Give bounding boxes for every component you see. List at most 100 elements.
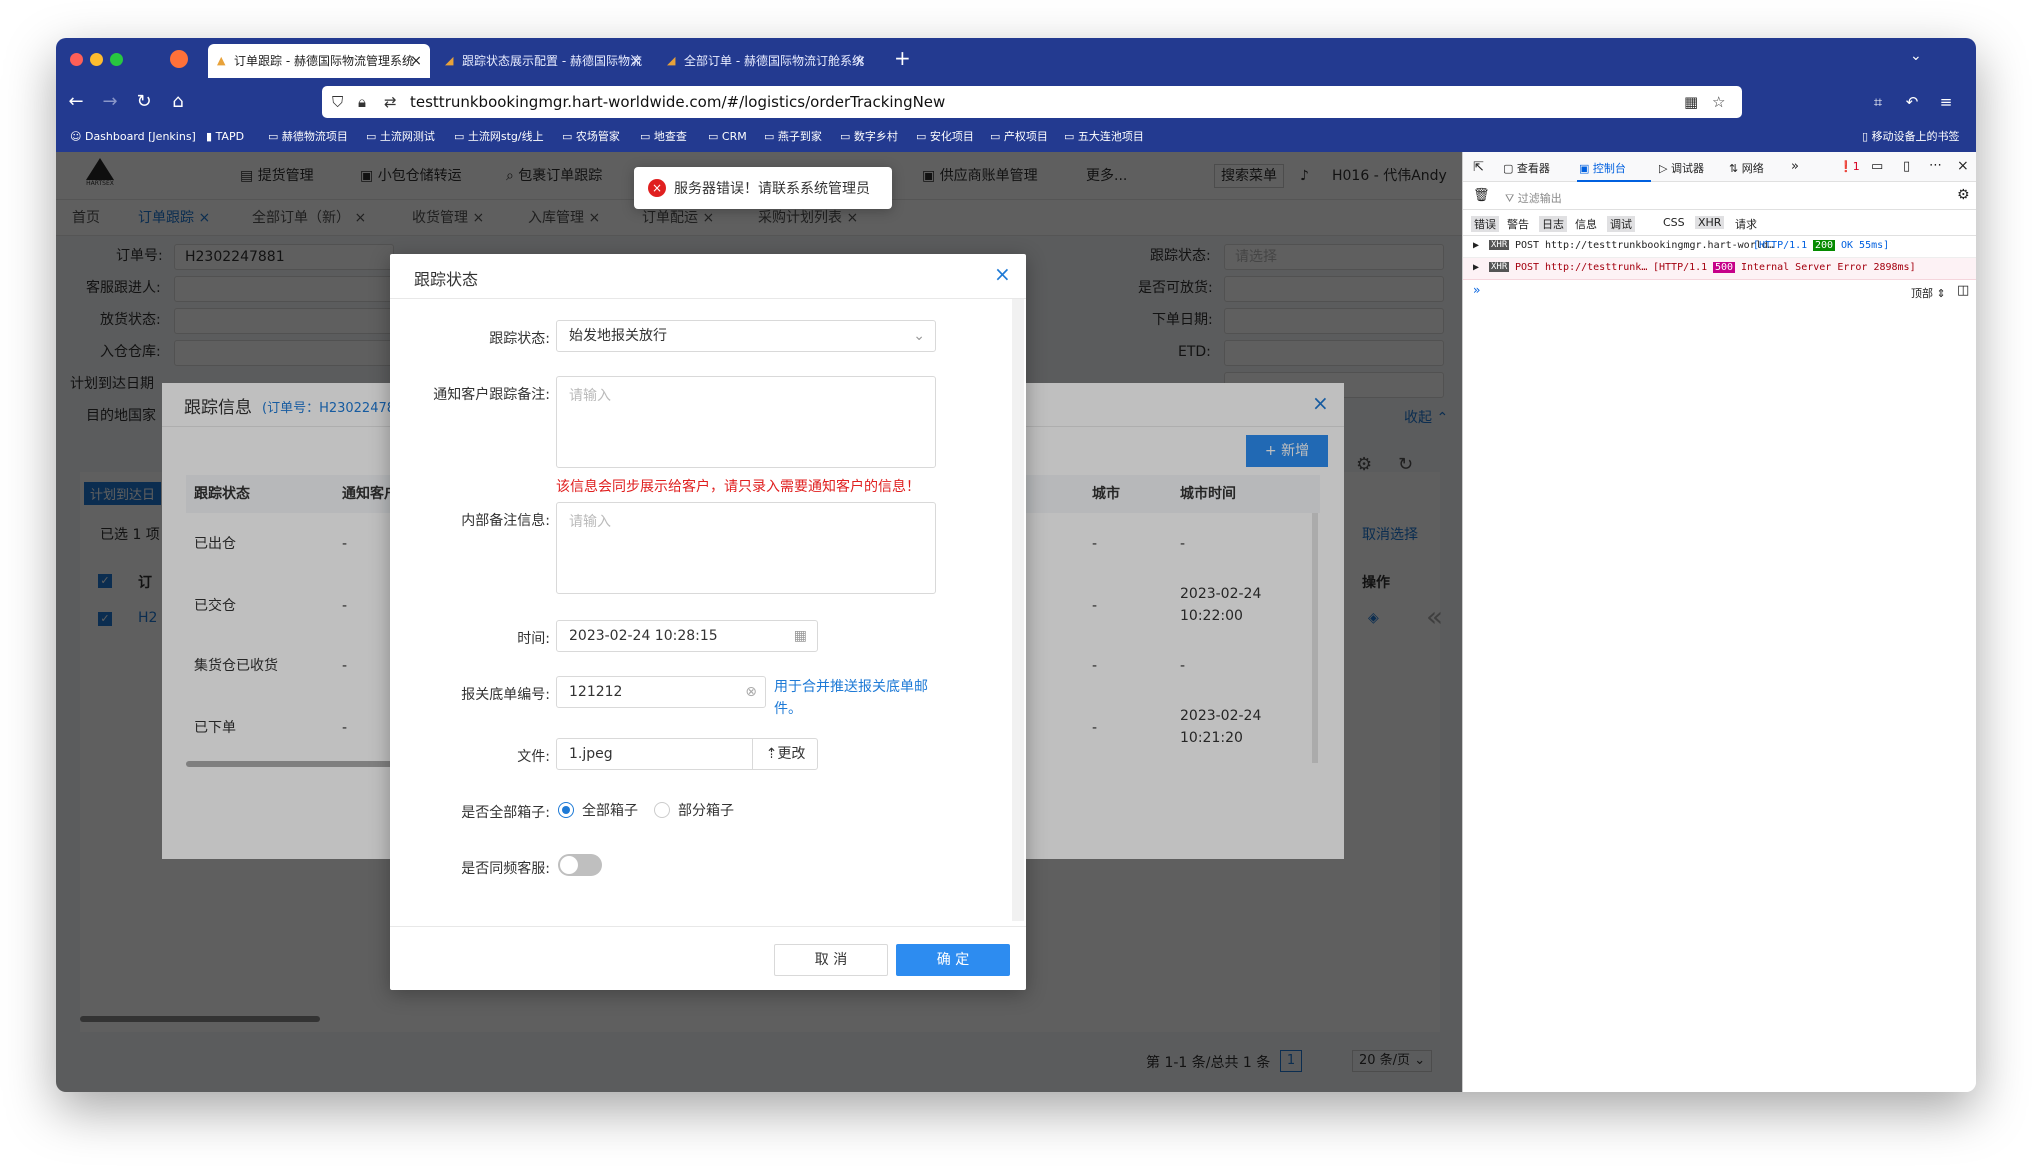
picker-icon[interactable]: ⇱	[1473, 160, 1484, 175]
cancel-button[interactable]: 取 消	[774, 944, 888, 976]
level-info[interactable]: 信息	[1575, 216, 1597, 232]
bookmark-star-icon[interactable]: ☆	[1712, 86, 1725, 118]
tab-label: 跟踪状态展示配置 - 赫德国际物流	[462, 54, 642, 68]
home-icon[interactable]: ⌂	[164, 88, 192, 116]
bookmark-item[interactable]: ☺ Dashboard [Jenkins]	[70, 122, 196, 152]
tab-console[interactable]: ▣ 控制台	[1579, 160, 1626, 176]
modal-scrollbar[interactable]	[1012, 299, 1024, 921]
close-devtools-icon[interactable]: ×	[1957, 158, 1969, 174]
expand-icon[interactable]: ▶	[1473, 262, 1479, 273]
xhr-tag: XHR	[1489, 262, 1510, 272]
bookmark-folder[interactable]: ▭ 农场管家	[562, 122, 620, 152]
notify-textarea[interactable]: 请输入	[556, 376, 936, 468]
console-input-row[interactable]: » 顶部 ⇕ ◫	[1463, 280, 1976, 302]
tab-all-orders[interactable]: ◢ 全部订单 - 赫德国际物流订舱系统 ×	[658, 44, 874, 78]
close-tab-icon[interactable]: ×	[854, 44, 866, 78]
bookmark-folder[interactable]: ▭ 地查查	[640, 122, 687, 152]
clear-icon[interactable]: ⊗	[745, 677, 757, 707]
tab-label: 全部订单 - 赫德国际物流订舱系统	[684, 54, 864, 68]
request-url[interactable]: http://testtrunkbookingmgr.hart-world…	[1545, 240, 1774, 251]
confirm-button[interactable]: 确 定	[896, 944, 1010, 976]
bookmark-item[interactable]: ▮ TAPD	[206, 122, 244, 152]
customs-input[interactable]: 121212 ⊗	[556, 676, 766, 708]
maximize-window-button[interactable]	[110, 53, 123, 66]
filter-requests[interactable]: 请求	[1735, 216, 1757, 232]
bookmark-folder[interactable]: ▭ 土流网stg/线上	[454, 122, 544, 152]
close-icon[interactable]: ×	[994, 262, 1011, 286]
error-icon: ×	[648, 179, 666, 197]
internal-textarea[interactable]: 请输入	[556, 502, 936, 594]
screenshot-icon[interactable]: ⌗	[1864, 88, 1892, 116]
time-picker[interactable]: 2023-02-24 10:28:15 ▦	[556, 620, 818, 652]
partial-box-radio[interactable]	[654, 802, 670, 818]
error-count[interactable]: ❗1	[1839, 160, 1860, 173]
close-tab-icon[interactable]: ×	[630, 44, 642, 78]
filter-input[interactable]: ⛛ 过滤输出	[1505, 190, 1562, 206]
request-url[interactable]: http://testtrunk…	[1545, 262, 1647, 273]
tab-track-status-config[interactable]: ◢ 跟踪状态展示配置 - 赫德国际物流 ×	[436, 44, 650, 78]
navigation-bar: ← → ↻ ⌂ ⛉ 🔒︎ ⇄ testtrunkbookingmgr.hart-…	[56, 82, 1976, 122]
new-tab-icon[interactable]: +	[894, 46, 911, 70]
minimize-window-button[interactable]	[90, 53, 103, 66]
qr-code-icon[interactable]: ▦	[1684, 86, 1698, 118]
dock-icon[interactable]: ▭	[1871, 159, 1883, 174]
mobile-bookmarks[interactable]: ▯ 移动设备上的书签	[1862, 122, 1960, 152]
request-protocol: [HTTP/1.1	[1653, 262, 1708, 273]
context-selector[interactable]: 顶部 ⇕	[1911, 285, 1946, 301]
tab-inspector[interactable]: ▢ 查看器	[1503, 160, 1550, 176]
more-options-icon[interactable]: ⋯	[1929, 158, 1942, 173]
console-request-row[interactable]: ▶ XHR POST http://testtrunkbookingmgr.ha…	[1463, 236, 1976, 258]
close-tab-icon[interactable]: ×	[410, 44, 422, 78]
internal-label: 内部备注信息:	[461, 513, 550, 529]
gear-icon[interactable]: ⚙	[1957, 187, 1970, 203]
chevron-down-icon[interactable]: ⌄	[1910, 48, 1922, 64]
bookmark-folder[interactable]: ▭ 安化项目	[916, 122, 974, 152]
all-box-radio[interactable]	[558, 802, 574, 818]
level-warnings[interactable]: 警告	[1507, 216, 1529, 232]
request-protocol: [HTTP/1.1	[1753, 240, 1808, 251]
bookmark-folder[interactable]: ▭ 五大连池项目	[1064, 122, 1144, 152]
status-code-200: 200	[1813, 240, 1836, 251]
tab-order-tracking[interactable]: ▲ 订单跟踪 - 赫德国际物流管理系统 ×	[208, 44, 430, 78]
expand-icon[interactable]: ▶	[1473, 240, 1479, 251]
trash-icon[interactable]: 🗑︎	[1473, 188, 1490, 203]
all-box-option-label[interactable]: 全部箱子	[582, 800, 638, 820]
calendar-icon: ▦	[793, 628, 807, 644]
more-tabs-icon[interactable]: »	[1791, 159, 1799, 174]
sync-cs-switch[interactable]	[558, 854, 602, 876]
forward-icon[interactable]: →	[96, 88, 124, 116]
request-method: POST	[1515, 262, 1540, 273]
reload-icon[interactable]: ↻	[130, 88, 158, 116]
file-change-button[interactable]: ⇡更改	[752, 738, 818, 770]
url-bar[interactable]: ⛉ 🔒︎ ⇄ testtrunkbookingmgr.hart-worldwid…	[322, 86, 1742, 118]
bookmark-folder[interactable]: ▭ 土流网测试	[366, 122, 435, 152]
bookmark-folder[interactable]: ▭ 数字乡村	[840, 122, 898, 152]
modal-footer-divider	[390, 926, 1026, 927]
filter-css[interactable]: CSS	[1663, 216, 1685, 229]
split-console-icon[interactable]: ◫	[1957, 283, 1969, 298]
back-icon[interactable]: ←	[62, 88, 90, 116]
browser-window: ▲ 订单跟踪 - 赫德国际物流管理系统 × ◢ 跟踪状态展示配置 - 赫德国际物…	[56, 38, 1976, 1092]
tab-network[interactable]: ⇅ 网络	[1729, 160, 1764, 176]
undo-icon[interactable]: ↶	[1898, 88, 1926, 116]
bookmark-folder[interactable]: ▭ 产权项目	[990, 122, 1048, 152]
level-errors[interactable]: 错误	[1471, 216, 1499, 232]
time-label: 时间:	[517, 631, 550, 647]
tab-debugger[interactable]: ▷ 调试器	[1659, 160, 1704, 176]
partial-box-option-label[interactable]: 部分箱子	[678, 800, 734, 820]
bookmark-folder[interactable]: ▭ 燕子到家	[764, 122, 822, 152]
filter-xhr[interactable]: XHR	[1695, 216, 1725, 229]
url-text[interactable]: testtrunkbookingmgr.hart-worldwide.com/#…	[410, 86, 945, 118]
status-select[interactable]: 始发地报关放行 ⌄	[556, 320, 936, 352]
level-debug[interactable]: 调试	[1607, 216, 1635, 232]
request-status-text: Internal Server Error 2898ms]	[1741, 262, 1916, 273]
bookmark-folder[interactable]: ▭ 赫德物流项目	[268, 122, 348, 152]
responsive-icon[interactable]: ▯	[1903, 159, 1910, 174]
close-window-button[interactable]	[70, 53, 83, 66]
level-logs[interactable]: 日志	[1539, 216, 1567, 232]
menu-icon[interactable]: ≡	[1932, 88, 1960, 116]
console-request-row-error[interactable]: ▶ XHR POST http://testtrunk… [HTTP/1.1 5…	[1463, 258, 1976, 280]
lock-icon: 🔒︎	[358, 93, 366, 111]
bookmark-folder[interactable]: ▭ CRM	[708, 122, 747, 152]
request-method: POST	[1515, 240, 1540, 251]
